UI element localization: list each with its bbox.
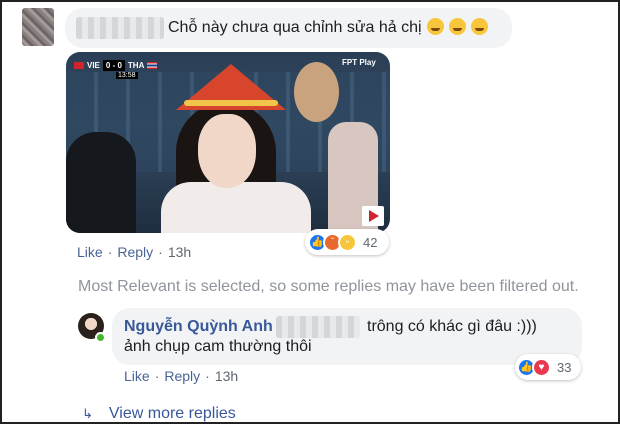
team-a-label: VIE [87,60,100,70]
comment-actions: Like · Reply · 13h [77,244,191,260]
subscribe-icon [362,206,384,226]
separator-dot: · [107,244,113,260]
reply-arrow-icon: ↳ [82,406,93,421]
thailand-flag-icon [147,61,158,69]
vietnam-flag-icon [74,61,84,69]
scoreboard: VIE 0 - 0 THA [74,58,158,72]
love-reaction-icon: ♥ [532,357,551,377]
comment-body: Chỗ này chưa qua chỉnh sửa hả chị [168,19,422,36]
view-more-replies[interactable]: ↳ View more replies [82,405,236,423]
reply-text-line2: ảnh chụp cam thường thôi [124,338,312,355]
reply-author-name[interactable]: Nguyễn Quỳnh Anh [124,318,273,336]
separator-dot: · [154,368,160,384]
commenter-name-blurred[interactable] [76,17,164,39]
woman-body [161,182,311,233]
separator-dot: · [158,244,163,260]
separator-dot: · [205,368,210,384]
reply-reaction-count: 33 [557,359,572,375]
baby-face-emoji-icon [426,18,444,35]
comment-text: Chỗ này chưa qua chỉnh sửa hả chị [168,18,488,37]
like-link[interactable]: Like [77,244,103,260]
conical-hat-band [184,100,278,106]
woman-face [198,114,256,188]
background-fan [294,62,339,122]
reaction-count: 42 [363,234,378,250]
baby-face-emoji-icon [448,18,466,35]
score-label: 0 - 0 [102,59,125,71]
comment-photo[interactable]: VIE 0 - 0 THA 13:58 FPT Play [66,52,390,233]
online-status-icon [95,332,106,343]
reply-time[interactable]: 13h [215,368,238,384]
reply-reaction-summary[interactable]: 👍 ♥ 33 [515,354,581,380]
filter-note: Most Relevant is selected, so some repli… [78,278,579,295]
reply-reply-link[interactable]: Reply [164,368,200,384]
reply-actions: Like · Reply · 13h [124,368,238,384]
background-fan [66,132,136,233]
comment-time[interactable]: 13h [168,244,191,260]
reply-text-line1: trông có khác gì đâu :))) [367,318,537,335]
tagged-name-blurred[interactable] [276,316,360,338]
reply-like-link[interactable]: Like [124,368,150,384]
team-b-label: THA [127,60,145,70]
baby-face-emoji-icon [470,18,488,35]
match-clock: 13:58 [116,72,138,79]
view-more-label: View more replies [108,405,236,422]
commenter-avatar-blurred[interactable] [22,8,54,46]
reaction-summary[interactable]: 👍 ˇ ᵕ 42 [305,229,389,255]
broadcaster-logo: FPT Play [342,58,376,67]
haha-reaction-icon: ᵕ [338,232,357,252]
reply-link[interactable]: Reply [117,244,153,260]
